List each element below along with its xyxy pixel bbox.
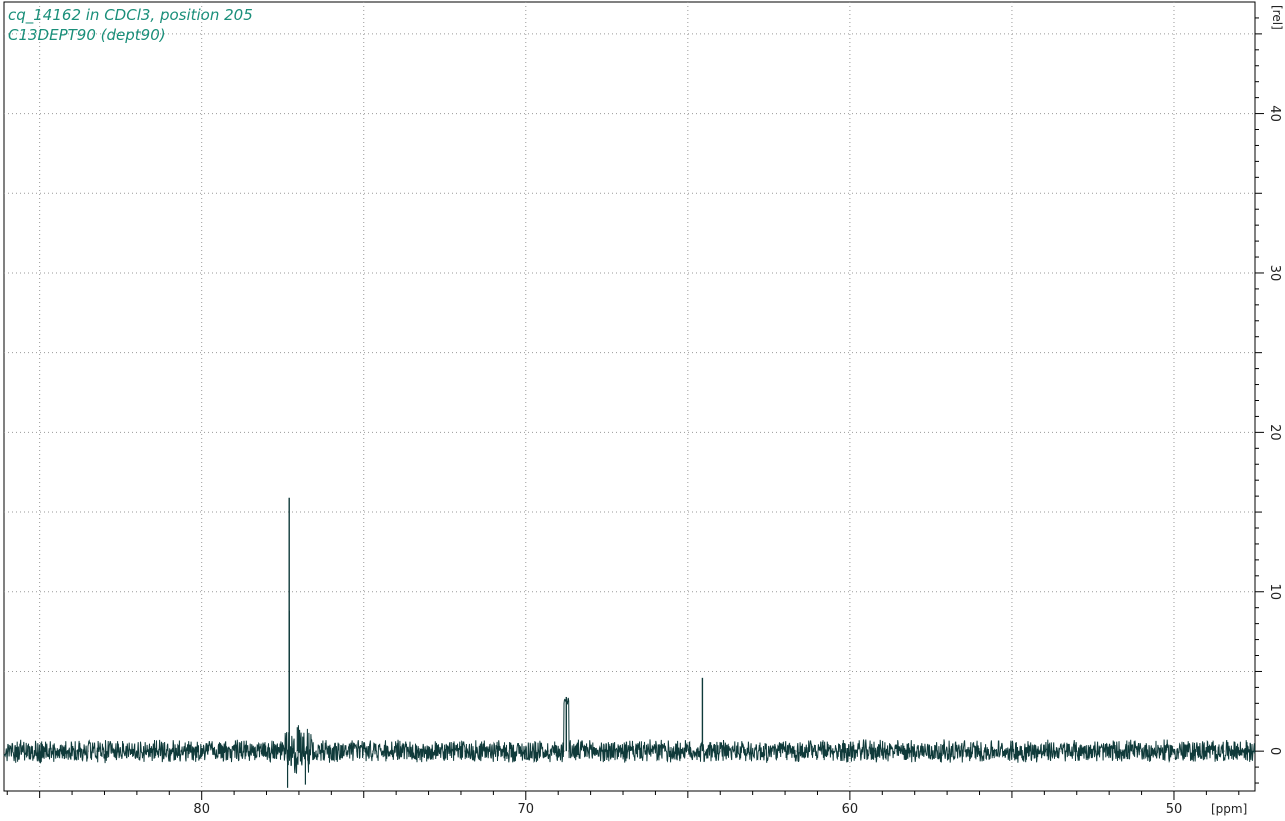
y-axis-tick-label: 40	[1267, 105, 1282, 122]
x-axis-tick-label: 70	[518, 802, 535, 817]
spectrum-header-sample: cq_14162 in CDCl3, position 205	[8, 6, 253, 24]
x-axis-tick-label: 50	[1166, 802, 1183, 817]
y-axis-tick-label: 10	[1267, 583, 1282, 600]
x-axis-unit-label: [ppm]	[1211, 802, 1247, 816]
y-axis-tick-label: 20	[1267, 424, 1282, 441]
y-axis-tick-label: 30	[1267, 265, 1282, 282]
spectrum-trace-group	[3, 497, 1256, 788]
x-axis-tick-label: 80	[193, 802, 210, 817]
x-axis: 80 70 60 50	[6, 791, 1240, 817]
x-axis-tick-label: 60	[842, 802, 859, 817]
nmr-spectrum-plot: 80 70 60 50 0 10 20 30 40 [ppm] [rel]	[3, 1, 1284, 817]
y-axis-tick-label: 0	[1267, 747, 1282, 755]
y-axis-unit-label: [rel]	[1270, 5, 1284, 30]
grid-lines	[4, 2, 1255, 791]
plot-frame	[3, 1, 1256, 792]
y-axis: 0 10 20 30 40	[1255, 17, 1282, 784]
spectrum-header-experiment: C13DEPT90 (dept90)	[8, 26, 166, 44]
spectrum-trace	[3, 697, 1256, 774]
